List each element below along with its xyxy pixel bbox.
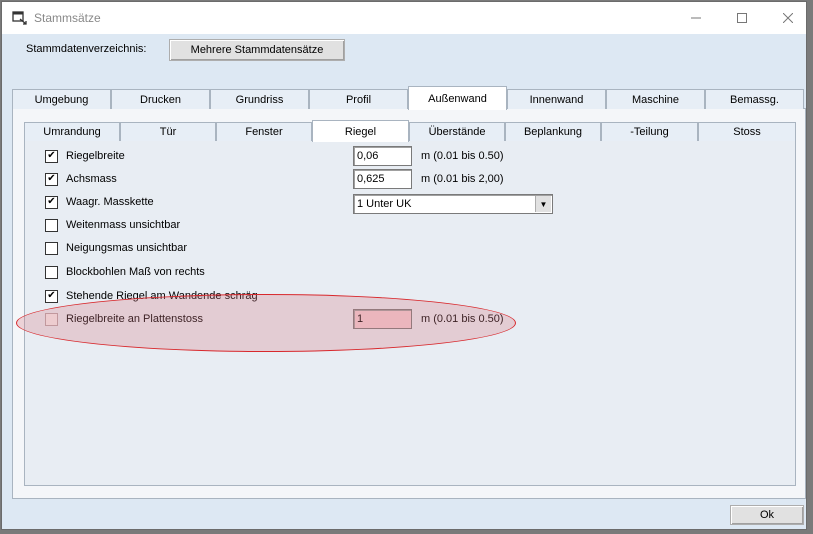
mehrere-stammdatensaetze-button[interactable]: Mehrere Stammdatensätze [169,39,345,61]
riegelbreite-unit: m (0.01 bis 0.50) [421,150,504,162]
tab-main-7[interactable]: Bemassg. [705,89,804,109]
option-blockbohlen[interactable]: Blockbohlen Maß von rechts [45,264,205,280]
tab-main-3[interactable]: Profil [309,89,408,109]
sub-tab-row: Umrandung Tür Fenster Riegel Überstände Bepla… [24,120,796,142]
riegelbreite-input[interactable]: 0,06 [353,146,412,166]
option-label: Neigungsmas unsichtbar [66,242,188,254]
main-tab-row: Umgebung Drucken Grundriss Profil Außenwand I… [12,86,805,110]
tab-sub-4[interactable]: Überstände [409,122,505,141]
maximize-icon [737,13,747,23]
checkbox-weitenmass[interactable] [45,218,58,232]
tab-sub-1[interactable]: Tür [120,122,216,141]
maximize-button[interactable] [719,2,765,34]
tab-main-6[interactable]: Maschine [606,89,705,109]
minimize-icon [691,17,701,19]
option-neigungsmas[interactable]: Neigungsmas unsichtbar [45,240,187,256]
option-label: Achsmass [66,173,117,185]
option-label: Blockbohlen Maß von rechts [66,266,205,278]
tab-main-0[interactable]: Umgebung [12,89,111,109]
app-window-icon [12,11,28,25]
tab-sub-7[interactable]: Stoss [698,122,796,141]
tab-main-2[interactable]: Grundriss [210,89,309,109]
window-title: Stammsätze [34,11,101,25]
option-label: Riegelbreite [66,150,125,162]
select-value: 1 Unter UK [357,198,412,210]
option-riegelbreite[interactable]: Riegelbreite [45,148,125,164]
tab-sub-0[interactable]: Umrandung [24,122,120,141]
option-achsmass[interactable]: Achsmass [45,171,117,187]
tab-main-1[interactable]: Drucken [111,89,210,109]
checkbox-waagr-masskette[interactable] [45,195,58,209]
minimize-button[interactable] [673,2,719,34]
chevron-down-icon[interactable]: ▼ [535,196,551,212]
stammsaetze-window: Stammsätze Stammdatenverzeichnis: Mehrer… [1,1,807,530]
tab-main-5[interactable]: Innenwand [507,89,606,109]
checkbox-riegelbreite[interactable] [45,149,58,163]
option-label: Weitenmass unsichtbar [66,219,181,231]
ok-button[interactable]: Ok [730,505,804,525]
tab-sub-6[interactable]: -Teilung [601,122,698,141]
tab-sub-5[interactable]: Beplankung [505,122,601,141]
option-weitenmass[interactable]: Weitenmass unsichtbar [45,217,180,233]
checkbox-blockbohlen[interactable] [45,265,58,279]
tab-sub-3[interactable]: Riegel [312,120,409,142]
tab-sub-2[interactable]: Fenster [216,122,312,141]
masskette-select[interactable]: 1 Unter UK ▼ [353,194,553,214]
title-bar[interactable]: Stammsätze [2,2,806,34]
close-icon [783,13,793,23]
tab-main-4[interactable]: Außenwand [408,86,507,110]
achsmass-input[interactable]: 0,625 [353,169,412,189]
option-label: Waagr. Masskette [66,196,154,208]
checkbox-neigungsmas[interactable] [45,241,58,255]
option-waagr-masskette[interactable]: Waagr. Masskette [45,194,154,210]
stammdatenverzeichnis-label: Stammdatenverzeichnis: [26,43,147,55]
checkbox-stehende-riegel[interactable] [45,289,58,303]
checkbox-achsmass[interactable] [45,172,58,186]
achsmass-unit: m (0.01 bis 2,00) [421,173,504,185]
highlight-ellipse [16,294,516,352]
close-button[interactable] [765,2,811,34]
